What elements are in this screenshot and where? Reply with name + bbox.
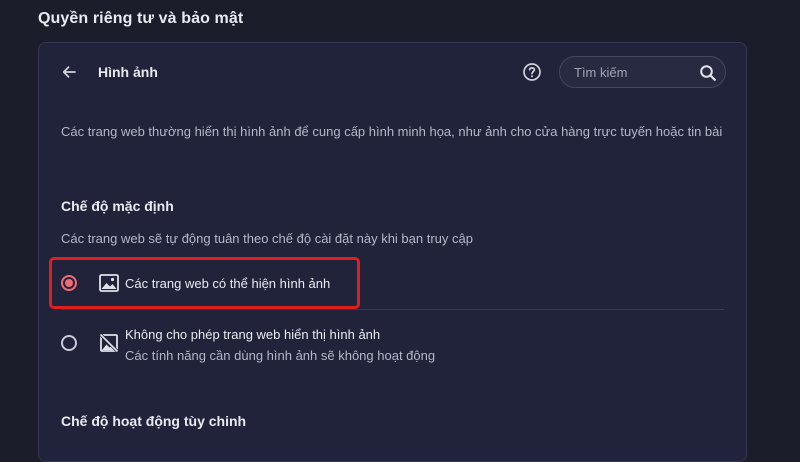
section-title: Quyền riêng tư và bảo mật: [38, 10, 244, 27]
image-icon: [99, 274, 119, 292]
settings-panel: Hình ảnh Các trang web thường hiển thị h…: [38, 42, 747, 462]
option-label: Không cho phép trang web hiển thị hình ả…: [125, 327, 381, 342]
search-icon[interactable]: [699, 64, 717, 82]
option-divider: [61, 309, 724, 310]
radio-block-images[interactable]: [61, 335, 77, 351]
radio-allow-images[interactable]: [61, 275, 77, 291]
option-allow-images[interactable]: Các trang web có thể hiện hình ảnh: [39, 257, 746, 309]
search-box[interactable]: [559, 56, 726, 88]
page-description: Các trang web thường hiển thị hình ảnh đ…: [61, 124, 723, 139]
image-off-icon: [98, 332, 120, 354]
back-button[interactable]: [57, 60, 81, 84]
panel-header: Hình ảnh: [39, 43, 746, 103]
help-button[interactable]: [521, 61, 543, 83]
arrow-left-icon: [62, 66, 76, 78]
search-input[interactable]: [574, 57, 694, 87]
option-subtext: Các tính năng cần dùng hình ảnh sẽ không…: [125, 348, 436, 363]
page-title: Hình ảnh: [98, 64, 158, 80]
custom-behavior-heading: Chế độ hoạt động tùy chinh: [61, 413, 247, 429]
option-label: Các trang web có thể hiện hình ảnh: [125, 276, 331, 291]
default-behavior-heading: Chế độ mặc định: [61, 198, 174, 214]
default-behavior-subtext: Các trang web sẽ tự động tuân theo chế đ…: [61, 231, 473, 246]
option-block-images[interactable]: Không cho phép trang web hiển thị hình ả…: [39, 319, 746, 371]
help-circle-icon: [523, 63, 541, 81]
